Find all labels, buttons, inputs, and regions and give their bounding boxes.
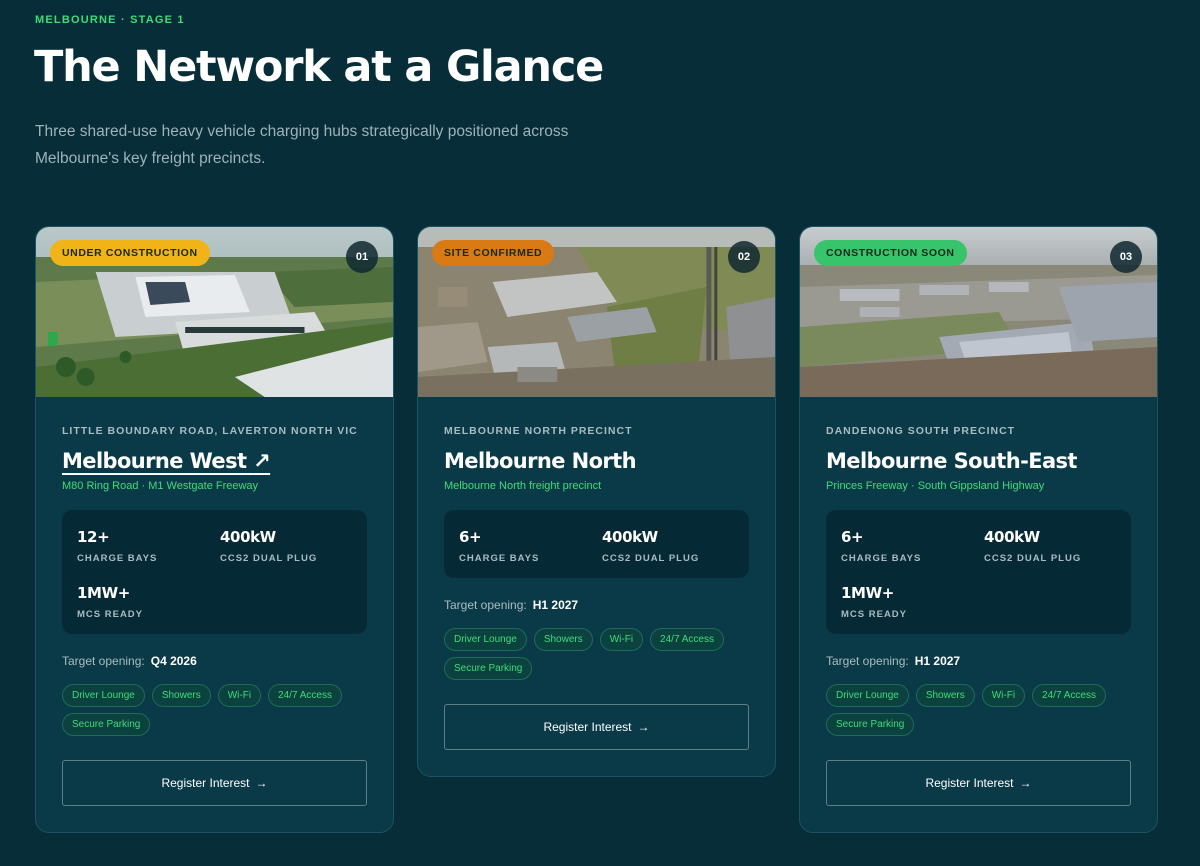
hub-name: Melbourne South-East	[826, 449, 1077, 473]
hub-card-melbourne-west: UNDER CONSTRUCTION 01 LITTLE BOUNDARY RO…	[35, 226, 394, 833]
hub-card-melbourne-north: SITE CONFIRMED 02 MELBOURNE NORTH PRECIN…	[417, 226, 776, 777]
amenity-tag: Secure Parking	[62, 713, 151, 736]
hub-number-badge: 01	[346, 241, 378, 273]
amenity-tag: Driver Lounge	[826, 684, 909, 707]
hub-image-melbourne-north: SITE CONFIRMED 02	[418, 227, 775, 397]
amenity-tags: Driver Lounge Showers Wi-Fi 24/7 Access …	[826, 684, 1131, 736]
stat-charge-bays: 12+ CHARGE BAYS	[77, 528, 220, 564]
stat-mcs: 1MW+ MCS READY	[77, 584, 220, 620]
opening-value: H1 2027	[532, 598, 579, 612]
hub-number-badge: 02	[728, 241, 760, 273]
amenity-tag: Showers	[151, 684, 211, 707]
target-opening: Target opening: Q4 2026	[62, 654, 367, 668]
hub-number-badge: 03	[1110, 241, 1142, 273]
hub-roads: M80 Ring Road · M1 Westgate Freeway	[62, 480, 259, 492]
stat-value: 400kW	[220, 528, 276, 546]
hub-location: LITTLE BOUNDARY ROAD, LAVERTON NORTH VIC	[62, 425, 358, 437]
status-badge: UNDER CONSTRUCTION	[50, 240, 210, 266]
stat-power: 400kW CCS2 DUAL PLUG	[220, 528, 352, 564]
amenity-tags: Driver Lounge Showers Wi-Fi 24/7 Access …	[62, 684, 367, 736]
stat-label: CHARGE BAYS	[841, 553, 922, 564]
amenity-tag: 24/7 Access	[1032, 684, 1106, 707]
stats-panel: 6+ CHARGE BAYS 400kW CCS2 DUAL PLUG	[444, 510, 749, 578]
button-label[interactable]: Register Interest	[925, 776, 1013, 790]
status-badge: CONSTRUCTION SOON	[814, 240, 967, 266]
stat-mcs: 1MW+ MCS READY	[841, 584, 984, 620]
stat-label: CCS2 DUAL PLUG	[220, 553, 318, 564]
amenity-tag: 24/7 Access	[268, 684, 342, 707]
hub-name-link[interactable]: Melbourne West ↗	[62, 449, 367, 473]
amenity-tag: Secure Parking	[826, 713, 915, 736]
hub-location: MELBOURNE NORTH PRECINCT	[444, 425, 633, 437]
stat-value: 400kW	[984, 528, 1040, 546]
stat-value: 400kW	[602, 528, 658, 546]
stat-label: CCS2 DUAL PLUG	[602, 553, 700, 564]
amenity-tag: Driver Lounge	[62, 684, 145, 707]
stat-label: MCS READY	[841, 609, 908, 620]
hub-name[interactable]: Melbourne West	[62, 449, 247, 473]
amenity-tag: Driver Lounge	[444, 628, 527, 651]
opening-value: H1 2027	[914, 654, 961, 668]
opening-value: Q4 2026	[150, 654, 197, 668]
stat-power: 400kW CCS2 DUAL PLUG	[984, 528, 1116, 564]
hub-name: Melbourne North	[444, 449, 637, 473]
hub-card-melbourne-south-east: CONSTRUCTION SOON 03 DANDENONG SOUTH PRE…	[799, 226, 1158, 833]
stat-label: MCS READY	[77, 609, 144, 620]
register-interest-button[interactable]: Register Interest →	[444, 704, 749, 750]
stat-label: CHARGE BAYS	[77, 553, 158, 564]
stat-label: CCS2 DUAL PLUG	[984, 553, 1082, 564]
hub-image-melbourne-south-east: CONSTRUCTION SOON 03	[800, 227, 1157, 397]
stat-value: 6+	[459, 528, 482, 546]
amenity-tag: Secure Parking	[444, 657, 533, 680]
opening-label: Target opening:	[444, 598, 527, 612]
hub-location: DANDENONG SOUTH PRECINCT	[826, 425, 1016, 437]
amenity-tag: 24/7 Access	[650, 628, 724, 651]
hub-image-melbourne-west: UNDER CONSTRUCTION 01	[36, 227, 393, 397]
stat-charge-bays: 6+ CHARGE BAYS	[841, 528, 984, 564]
hub-roads: Melbourne North freight precinct	[444, 480, 602, 492]
stat-value: 6+	[841, 528, 864, 546]
hub-roads: Princes Freeway · South Gippsland Highwa…	[826, 480, 1045, 492]
amenity-tag: Wi-Fi	[981, 684, 1026, 707]
stat-value: 1MW+	[77, 584, 130, 602]
stats-panel: 6+ CHARGE BAYS 400kW CCS2 DUAL PLUG 1MW+…	[826, 510, 1131, 634]
target-opening: Target opening: H1 2027	[444, 598, 749, 612]
status-badge: SITE CONFIRMED	[432, 240, 555, 266]
button-label[interactable]: Register Interest	[543, 720, 631, 734]
opening-label: Target opening:	[826, 654, 909, 668]
opening-label: Target opening:	[62, 654, 145, 668]
amenity-tag: Showers	[915, 684, 975, 707]
amenity-tags: Driver Lounge Showers Wi-Fi 24/7 Access …	[444, 628, 749, 680]
arrow-right-icon[interactable]: →	[256, 776, 268, 790]
stat-charge-bays: 6+ CHARGE BAYS	[459, 528, 602, 564]
amenity-tag: Showers	[533, 628, 593, 651]
stats-panel: 12+ CHARGE BAYS 400kW CCS2 DUAL PLUG 1MW…	[62, 510, 367, 634]
page-title: The Network at a Glance	[34, 42, 604, 92]
stat-value: 1MW+	[841, 584, 894, 602]
amenity-tag: Wi-Fi	[217, 684, 262, 707]
arrow-right-icon[interactable]: →	[1020, 776, 1032, 790]
stat-value: 12+	[77, 528, 110, 546]
amenity-tag: Wi-Fi	[599, 628, 644, 651]
target-opening: Target opening: H1 2027	[826, 654, 1131, 668]
external-link-icon[interactable]: ↗	[253, 449, 271, 473]
stat-label: CHARGE BAYS	[459, 553, 540, 564]
register-interest-button[interactable]: Register Interest →	[62, 760, 367, 806]
eyebrow-label: MELBOURNE · STAGE 1	[35, 14, 185, 26]
arrow-right-icon[interactable]: →	[638, 720, 650, 734]
page-subtitle: Three shared-use heavy vehicle charging …	[35, 123, 569, 167]
stat-power: 400kW CCS2 DUAL PLUG	[602, 528, 734, 564]
register-interest-button[interactable]: Register Interest →	[826, 760, 1131, 806]
button-label[interactable]: Register Interest	[161, 776, 249, 790]
